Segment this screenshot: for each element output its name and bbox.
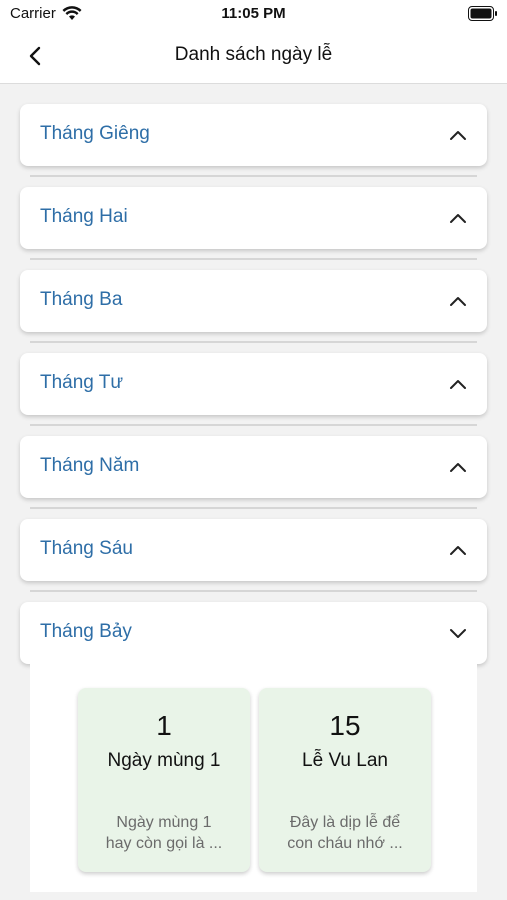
month-item-thang-bay[interactable]: Tháng Bảy <box>20 602 487 664</box>
month-item-thang-sau[interactable]: Tháng Sáu <box>20 519 487 581</box>
month-label: Tháng Năm <box>40 455 140 476</box>
divider <box>30 507 477 509</box>
month-label: Tháng Sáu <box>40 538 133 559</box>
chevron-up-icon[interactable] <box>447 373 469 395</box>
holiday-day: 1 <box>156 710 172 741</box>
navigation-bar: Danh sách ngày lễ <box>0 28 507 84</box>
divider <box>30 258 477 260</box>
chevron-up-icon[interactable] <box>447 456 469 478</box>
divider <box>30 424 477 426</box>
page-title: Danh sách ngày lễ <box>174 44 333 65</box>
clock-time: 11:05 PM <box>221 5 286 22</box>
holiday-name: Ngày mùng 1 <box>107 750 221 771</box>
holiday-card[interactable]: 15 Lễ Vu Lan Đây là dịp lễ để con cháu n… <box>259 688 431 872</box>
chevron-up-icon[interactable] <box>447 207 469 229</box>
holiday-day: 15 <box>329 710 361 741</box>
holiday-card[interactable]: 1 Ngày mùng 1 Ngày mùng 1 hay còn gọi là… <box>78 688 250 872</box>
holiday-name: Lễ Vu Lan <box>302 750 388 771</box>
month-item-thang-ba[interactable]: Tháng Ba <box>20 270 487 332</box>
chevron-down-icon[interactable] <box>447 622 469 644</box>
divider <box>30 175 477 177</box>
status-bar: Carrier 11:05 PM <box>0 0 507 28</box>
month-label: Tháng Ba <box>40 289 123 310</box>
holiday-description: Đây là dịp lễ để con cháu nhớ ... <box>287 814 403 852</box>
chevron-up-icon[interactable] <box>447 290 469 312</box>
chevron-up-icon[interactable] <box>447 539 469 561</box>
divider <box>30 590 477 592</box>
month-label: Tháng Hai <box>40 206 128 227</box>
month-label: Tháng Giêng <box>40 123 150 144</box>
month-label: Tháng Tư <box>40 372 124 393</box>
month-item-thang-gieng[interactable]: Tháng Giêng <box>20 104 487 166</box>
holiday-panel: 1 Ngày mùng 1 Ngày mùng 1 hay còn gọi là… <box>30 664 477 892</box>
holiday-description: Ngày mùng 1 hay còn gọi là ... <box>105 814 223 852</box>
month-item-thang-hai[interactable]: Tháng Hai <box>20 187 487 249</box>
month-label: Tháng Bảy <box>40 621 132 642</box>
chevron-up-icon[interactable] <box>447 124 469 146</box>
divider <box>30 341 477 343</box>
month-item-thang-nam[interactable]: Tháng Năm <box>20 436 487 498</box>
battery-icon <box>468 6 497 21</box>
month-item-thang-tu[interactable]: Tháng Tư <box>20 353 487 415</box>
